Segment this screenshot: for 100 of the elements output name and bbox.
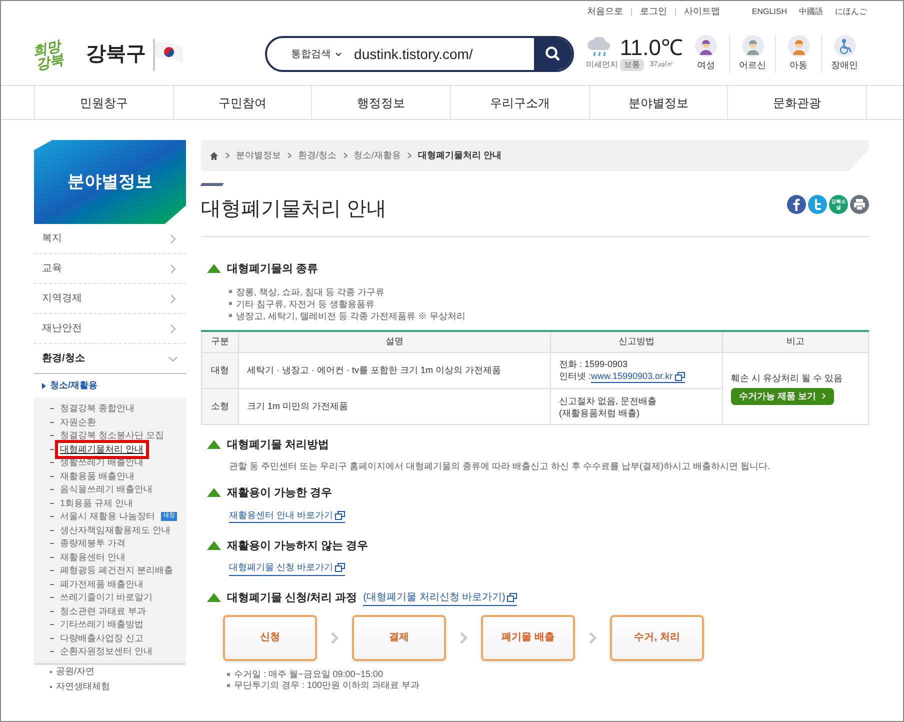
page-title: 대형폐기물처리 안내 <box>201 197 387 222</box>
utility-link[interactable]: 처음으로 <box>586 5 623 19</box>
print-icon[interactable] <box>850 195 869 214</box>
column-header: 비고 <box>722 330 868 352</box>
dash-icon <box>50 597 54 598</box>
utility-link[interactable]: 로그인 <box>640 5 667 19</box>
shortcut-link[interactable]: 대형폐기물 신청 바로가기 <box>229 561 346 576</box>
audience-link[interactable]: 여성 <box>683 35 729 73</box>
shortcut-link[interactable]: (대형폐기물 처리신청 바로가기) <box>363 590 518 606</box>
sidebar-menu-item[interactable]: 복지 <box>34 224 186 254</box>
process-step: 폐기물 배출 <box>481 614 575 660</box>
dash-icon <box>50 584 54 585</box>
new-window-icon <box>335 563 346 572</box>
submenu-link[interactable]: 폐가전제품 배출안내 <box>58 578 146 591</box>
submenu-link[interactable]: 음식물쓰레기 배출안내 <box>58 483 155 496</box>
chevron-right-icon <box>168 234 178 244</box>
nav-item[interactable]: 분야별정보 <box>588 86 728 119</box>
bullet-icon <box>229 314 232 317</box>
home-icon[interactable] <box>209 150 219 160</box>
twitter-icon[interactable] <box>808 195 827 214</box>
caret-icon <box>335 52 342 56</box>
person-icon <box>742 35 764 58</box>
submenu-link[interactable]: 생활쓰레기 배출안내 <box>58 456 146 470</box>
submenu-link[interactable]: 청결강북 종합안내 <box>58 402 137 416</box>
bullet-text: 기타 침구류, 자전거 등 생활용품류 <box>236 298 375 310</box>
section-heading: 대형폐기물의 종류 <box>227 262 318 277</box>
search-button[interactable] <box>534 38 572 70</box>
bullet-icon <box>229 290 232 293</box>
table-cell: 대형 <box>202 352 238 388</box>
facebook-icon[interactable] <box>787 195 806 214</box>
submenu-link[interactable]: 1회용품 규제 안내 <box>58 496 136 510</box>
submenu-link[interactable]: 청결강북 청소봉사단 모집 <box>58 429 166 442</box>
audience-link[interactable]: 아동 <box>775 35 821 73</box>
submenu-link[interactable]: 쓰레기줄이기 바로알기 <box>58 591 155 604</box>
chevron-right-icon <box>287 152 292 159</box>
bullet-icon <box>229 302 232 305</box>
submenu-link[interactable]: 청소관련 과태료 부과 <box>58 604 148 618</box>
method-text: 신고절차 없음, 문전배출 <box>559 394 658 406</box>
nav-item[interactable]: 문화관광 <box>727 86 868 119</box>
language-link[interactable]: 中國語 <box>799 6 823 18</box>
submenu-link[interactable]: 다량배출사업장 신고 <box>58 632 146 645</box>
table-cell: 크기 1m 미만의 가전제품 <box>238 388 550 424</box>
triangle-icon <box>207 440 221 450</box>
dust-grade-badge: 보통 <box>620 59 644 71</box>
submenu-link[interactable]: 재활용품 배출안내 <box>58 470 137 483</box>
utility-link[interactable]: 사이트맵 <box>684 5 720 19</box>
breadcrumb-link[interactable]: 대형폐기물처리 안내 <box>418 148 502 162</box>
audience-link[interactable]: 어르신 <box>729 35 775 73</box>
view-products-button[interactable]: 수거가능 제품 보기 <box>731 388 834 405</box>
sidebar-menu-item[interactable]: 재난안전 <box>34 314 186 344</box>
breadcrumb-link[interactable]: 환경/청소 <box>298 148 337 162</box>
submenu-link[interactable]: 순환자원정보센터 안내 <box>58 645 155 658</box>
submenu-link[interactable]: 대형폐기물처리 안내 <box>58 442 146 456</box>
dash-icon <box>50 556 54 558</box>
dash-icon <box>50 530 54 531</box>
nav-item[interactable]: 민원창구 <box>34 86 173 119</box>
breadcrumb-link[interactable]: 청소/재활용 <box>354 148 402 162</box>
sidebar-subitem[interactable]: 청소/재활용 <box>34 374 186 398</box>
dash-icon <box>50 502 54 504</box>
bullet-text: 냉장고, 세탁기, 텔레비전 등 각종 가전제품류 ※ 무상처리 <box>236 310 466 322</box>
chevron-right-icon <box>225 152 230 159</box>
chevron-right-icon <box>168 324 178 334</box>
nav-item[interactable]: 우리구소개 <box>450 86 589 119</box>
website-link[interactable]: www.15990903.or.kr <box>591 370 685 383</box>
sidebar-menu-item[interactable]: 환경/청소 <box>34 344 186 374</box>
shortcut-link[interactable]: 재활용센터 안내 바로가기 <box>229 508 346 523</box>
method-text: 인터넷 : <box>559 370 592 383</box>
nav-item[interactable]: 행정정보 <box>311 86 450 119</box>
search-bar[interactable]: 통합검색 dustink.tistory.com/ <box>265 36 574 72</box>
method-text: (재활용품처럼 배출) <box>559 406 640 418</box>
table-cell: 소형 <box>202 388 238 424</box>
sidebar-menu-item[interactable]: 지역경제 <box>34 284 186 314</box>
submenu-link[interactable]: 서울시 재활용 나눔장터 <box>58 510 158 524</box>
nav-item[interactable]: 구민참여 <box>172 86 312 119</box>
sidebar-subitem[interactable]: 공원/자연 <box>34 664 186 680</box>
triangle-icon <box>207 488 221 498</box>
submenu-link[interactable]: 기타쓰레기 배출방법 <box>58 618 146 632</box>
submenu-link[interactable]: 폐형광등 폐건전지 분리배출 <box>58 564 176 578</box>
submenu-link[interactable]: 생산자책임재활용제도 안내 <box>58 524 173 537</box>
chevron-right-icon <box>459 632 468 644</box>
section-heading: 재활용이 가능한 경우 <box>227 486 332 501</box>
chevron-right-icon <box>168 264 178 274</box>
language-link[interactable]: にほんご <box>835 6 867 18</box>
audience-link[interactable]: 장애인 <box>821 35 867 73</box>
rain-cloud-icon <box>586 37 612 59</box>
triangle-icon <box>207 264 221 274</box>
chevron-right-icon <box>342 152 348 159</box>
language-link[interactable]: ENGLISH <box>752 6 787 18</box>
note-text: 훼손 시 유상처리 될 수 있음 <box>731 372 844 385</box>
breadcrumb-link[interactable]: 분야별정보 <box>236 148 281 162</box>
submenu-link[interactable]: 자원순환 <box>58 416 98 429</box>
submenu-link[interactable]: 재활용센터 안내 <box>58 550 128 564</box>
dash-icon <box>50 516 54 518</box>
search-scope-dropdown[interactable]: 통합검색 <box>267 46 346 62</box>
submenu-link[interactable]: 종량제봉투 가격 <box>58 537 128 550</box>
search-input[interactable]: dustink.tistory.com/ <box>346 44 534 64</box>
wheelchair-icon <box>834 35 856 58</box>
logo-text[interactable]: 강북구 <box>86 39 146 69</box>
sidebar-menu-item[interactable]: 교육 <box>34 254 186 284</box>
sidebar-subitem[interactable]: 자연생태체험 <box>34 680 186 694</box>
